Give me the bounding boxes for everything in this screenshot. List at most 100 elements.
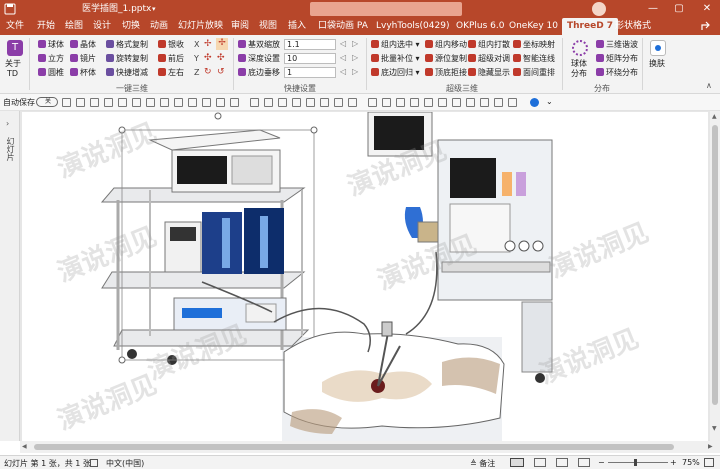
cone-button[interactable]: 圆椎 xyxy=(38,68,64,78)
vertical-scrollbar[interactable]: ▲ ▼ xyxy=(710,111,720,441)
sphere-button[interactable]: 球体 xyxy=(38,40,64,50)
quick-add-button[interactable]: 快捷增减 xyxy=(106,68,148,78)
lens-button[interactable]: 镜片 xyxy=(70,54,96,64)
bottom-return-button[interactable]: 底边回归 ▾ xyxy=(371,68,420,78)
group-icon[interactable] xyxy=(368,98,377,107)
face-rearrange-button[interactable]: 面间重排 xyxy=(513,68,555,78)
outline-icon[interactable] xyxy=(508,98,517,107)
flip-v-icon[interactable] xyxy=(264,98,273,107)
format-copy-button[interactable]: 格式复制 xyxy=(106,40,148,50)
autosave-toggle[interactable]: 关 xyxy=(36,97,58,107)
avatar[interactable] xyxy=(592,2,606,16)
group-select-button[interactable]: 组内选中 ▾ xyxy=(371,40,420,50)
slideshow-view-icon[interactable] xyxy=(578,458,590,467)
resize-handle[interactable] xyxy=(118,356,126,364)
start-slideshow-icon[interactable] xyxy=(104,98,113,107)
3d-harmonic-button[interactable]: 三维谐波 xyxy=(596,40,638,50)
qat-more-icon[interactable]: ⌄ xyxy=(546,98,555,107)
selection-pane-icon[interactable] xyxy=(424,98,433,107)
tab-slideshow[interactable]: 幻灯片放映 xyxy=(178,18,223,35)
tab-home[interactable]: 开始 xyxy=(37,18,55,35)
source-copy-button[interactable]: 源位复制 xyxy=(425,54,467,64)
shapes-icon[interactable] xyxy=(480,98,489,107)
slides-pane-collapsed[interactable]: › 幻灯片 xyxy=(0,111,20,441)
ring-distribute-button[interactable]: 环绕分布 xyxy=(596,68,638,78)
rotate-x-alt-icon[interactable]: ✢ xyxy=(216,38,228,50)
distribute-h-icon[interactable] xyxy=(216,98,225,107)
textbox-icon[interactable] xyxy=(466,98,475,107)
align-left-icon[interactable] xyxy=(132,98,141,107)
super-swap-button[interactable]: 超级对调 xyxy=(468,54,510,64)
tab-threed[interactable]: ThreeD 7 xyxy=(562,18,619,35)
about-button[interactable]: T 关于 TD xyxy=(4,38,26,80)
shape-subtract-icon[interactable] xyxy=(348,98,357,107)
hide-show-button[interactable]: 隐藏显示 xyxy=(468,68,510,78)
expand-pane-icon[interactable]: › xyxy=(6,119,9,128)
rotate-icon[interactable] xyxy=(278,98,287,107)
fit-slide-icon[interactable] xyxy=(704,458,714,467)
depth-decrease-icon[interactable]: ◁ xyxy=(340,53,346,63)
shape-union-icon[interactable] xyxy=(292,98,301,107)
crystal-button[interactable]: 晶体 xyxy=(70,40,96,50)
share-icon[interactable] xyxy=(700,21,712,32)
rotate-handle[interactable] xyxy=(214,112,222,120)
bottom-shift-input[interactable]: 1 xyxy=(284,67,336,78)
slide-canvas[interactable]: 演说洞见 演说洞见 演说洞见 演说洞见 演说洞见 演说洞见 演说洞见 演说洞见 xyxy=(22,112,708,441)
normal-view-icon[interactable] xyxy=(510,458,524,467)
scroll-up-icon[interactable]: ▲ xyxy=(712,113,717,120)
color-dot-icon[interactable] xyxy=(530,98,539,107)
sphere-distribute-button[interactable]: 球体 分布 xyxy=(567,38,593,80)
coord-map-button[interactable]: 坐标映射 xyxy=(513,40,555,50)
align-center-icon[interactable] xyxy=(146,98,155,107)
smart-connect-button[interactable]: 智能连线 xyxy=(513,54,555,64)
zoom-slider[interactable] xyxy=(608,459,668,466)
shape-combine-icon[interactable] xyxy=(306,98,315,107)
rotate-z-icon[interactable]: ↻ xyxy=(204,67,212,77)
distribute-v-icon[interactable] xyxy=(230,98,239,107)
undo-icon[interactable] xyxy=(76,98,85,107)
minimize-button[interactable]: — xyxy=(640,0,666,18)
scroll-thumb[interactable] xyxy=(712,125,718,405)
rotate-copy-button[interactable]: 旋转复制 xyxy=(106,54,148,64)
front-back-button[interactable]: 前后 xyxy=(158,54,184,64)
matrix-distribute-button[interactable]: 矩阵分布 xyxy=(596,54,638,64)
scroll-right-icon[interactable]: ▶ xyxy=(708,443,713,450)
send-backward-icon[interactable] xyxy=(410,98,419,107)
tab-file[interactable]: 文件 xyxy=(6,18,24,35)
horizontal-scrollbar[interactable]: ◀ ▶ xyxy=(20,441,720,453)
ungroup-icon[interactable] xyxy=(382,98,391,107)
ribbon-collapse-icon[interactable]: ∧ xyxy=(706,81,712,90)
shape-fragment-icon[interactable] xyxy=(320,98,329,107)
search-box[interactable] xyxy=(310,2,462,16)
fill-icon[interactable] xyxy=(494,98,503,107)
crop-icon[interactable] xyxy=(438,98,447,107)
oscilloscope[interactable] xyxy=(148,129,281,193)
slide-sorter-icon[interactable] xyxy=(534,458,546,467)
rotate-x-icon[interactable]: ✢ xyxy=(204,39,212,49)
align-middle-icon[interactable] xyxy=(188,98,197,107)
bottom-shift-decrease-icon[interactable]: ◁ xyxy=(340,67,346,77)
server-modules[interactable] xyxy=(202,208,284,274)
scale-input[interactable]: 1.1 xyxy=(284,39,336,50)
tab-shape-format[interactable]: 形状格式 xyxy=(615,18,651,35)
redo-icon[interactable] xyxy=(90,98,99,107)
group-move-button[interactable]: 组内移动 xyxy=(425,40,467,50)
hscroll-thumb[interactable] xyxy=(34,444,674,450)
tab-draw[interactable]: 绘图 xyxy=(65,18,83,35)
tab-okplus[interactable]: OKPlus 6.0 xyxy=(456,18,504,35)
title-dropdown-icon[interactable]: ▾ xyxy=(152,0,156,18)
tab-lvyhtools[interactable]: LvyhTools(0429) xyxy=(376,18,449,35)
zoom-in-icon[interactable]: + xyxy=(670,458,677,467)
align-right-icon[interactable] xyxy=(160,98,169,107)
scroll-left-icon[interactable]: ◀ xyxy=(22,443,27,450)
rotate-y-alt-icon[interactable]: ✣ xyxy=(217,53,225,63)
flip-h-icon[interactable] xyxy=(250,98,259,107)
group-scatter-button[interactable]: 组内打散 xyxy=(468,40,510,50)
notes-button[interactable]: ≜ 备注 xyxy=(470,458,495,469)
bottom-shift-increase-icon[interactable]: ▷ xyxy=(352,67,358,77)
rotate-z-alt-icon[interactable]: ↺ xyxy=(217,67,225,77)
zoom-slider-thumb[interactable] xyxy=(634,459,637,466)
close-button[interactable]: ✕ xyxy=(694,0,720,18)
scroll-down-icon[interactable]: ▼ xyxy=(712,425,717,432)
accessibility-icon[interactable] xyxy=(90,459,98,467)
